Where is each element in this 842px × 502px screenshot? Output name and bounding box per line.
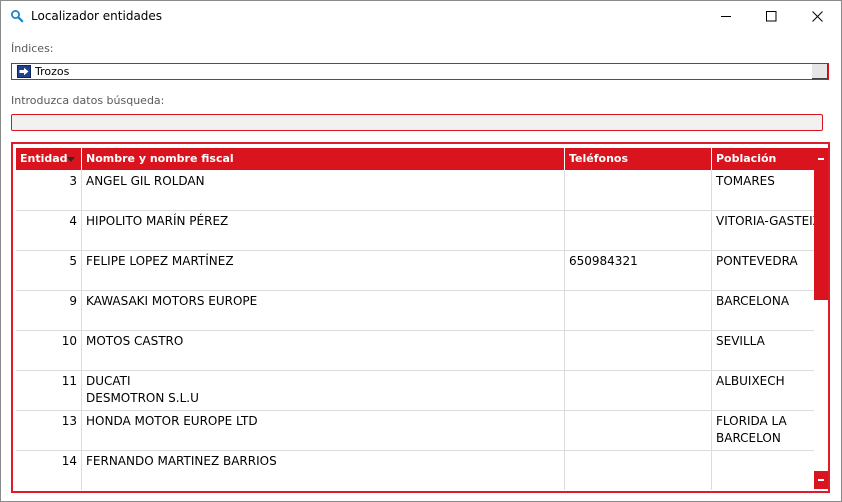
scroll-down-icon — [818, 479, 824, 481]
search-label: Introduzca datos búsqueda: — [11, 94, 165, 107]
cell-telefonos: 650984321 — [565, 250, 712, 290]
cell-telefonos — [565, 290, 712, 330]
arrow-right-icon — [17, 65, 31, 78]
cell-telefonos — [565, 410, 712, 450]
grid-body: 3 ANGEL GIL ROLDAN TOMARES 4 HIPOLITO MA… — [16, 170, 814, 490]
cell-poblacion-line: BARCELON — [716, 431, 781, 445]
cell-poblacion: TOMARES — [712, 170, 814, 210]
cell-entidad: 13 — [16, 410, 82, 450]
cell-nombre: FERNANDO MARTINEZ BARRIOS — [82, 450, 565, 490]
cell-nombre: MOTOS CASTRO — [82, 330, 565, 370]
minimize-button[interactable] — [704, 1, 750, 32]
indices-select[interactable]: Trozos — [11, 63, 829, 80]
cell-poblacion-line: FLORIDA LA — [716, 414, 787, 428]
table-row[interactable]: 10 MOTOS CASTRO SEVILLA — [16, 330, 814, 371]
close-button[interactable] — [795, 1, 841, 32]
title-bar[interactable]: Localizador entidades — [1, 1, 841, 32]
cell-telefonos — [565, 450, 712, 490]
cell-telefonos — [565, 210, 712, 250]
table-row[interactable]: 4 HIPOLITO MARÍN PÉREZ VITORIA-GASTEIZ — [16, 210, 814, 251]
cell-nombre-line: FERNANDO MARTINEZ BARRIOS — [86, 454, 277, 468]
table-row[interactable]: 14 FERNANDO MARTINEZ BARRIOS — [16, 450, 814, 490]
cell-poblacion: ALBUIXECH — [712, 370, 814, 410]
cell-entidad: 10 — [16, 330, 82, 370]
minimize-icon — [721, 16, 731, 17]
cell-poblacion-line: VITORIA-GASTEIZ — [716, 214, 814, 228]
table-row[interactable]: 9 KAWASAKI MOTORS EUROPE BARCELONA — [16, 290, 814, 331]
cell-poblacion: VITORIA-GASTEIZ — [712, 210, 814, 250]
close-icon — [812, 11, 823, 22]
indices-label: Índices: — [11, 42, 54, 55]
column-header-nombre[interactable]: Nombre y nombre fiscal — [82, 148, 565, 170]
scroll-up-icon — [818, 158, 824, 160]
cell-telefonos — [565, 370, 712, 410]
cell-poblacion: SEVILLA — [712, 330, 814, 370]
search-input[interactable] — [11, 114, 823, 131]
column-header-label: Teléfonos — [569, 152, 629, 165]
cell-poblacion: BARCELONA — [712, 290, 814, 330]
cell-poblacion-line: PONTEVEDRA — [716, 254, 798, 268]
scroll-down-button[interactable] — [814, 471, 828, 489]
cell-poblacion: PONTEVEDRA — [712, 250, 814, 290]
cell-nombre-line: HIPOLITO MARÍN PÉREZ — [86, 214, 229, 228]
maximize-icon — [766, 11, 777, 22]
cell-poblacion-line: ALBUIXECH — [716, 374, 785, 388]
window-title: Localizador entidades — [31, 9, 163, 23]
cell-nombre: KAWASAKI MOTORS EUROPE — [82, 290, 565, 330]
indices-dropdown-button[interactable] — [811, 64, 828, 79]
column-header-poblacion[interactable]: Población — [712, 148, 814, 170]
cell-nombre-line: MOTOS CASTRO — [86, 334, 184, 348]
cell-nombre-line: ANGEL GIL ROLDAN — [86, 174, 205, 188]
table-row[interactable]: 5 FELIPE LOPEZ MARTÍNEZ 650984321 PONTEV… — [16, 250, 814, 291]
scroll-thumb[interactable] — [814, 170, 828, 300]
cell-nombre-line: DUCATI — [86, 374, 131, 388]
cell-telefonos — [565, 330, 712, 370]
cell-nombre-line: FELIPE LOPEZ MARTÍNEZ — [86, 254, 234, 268]
cell-nombre: FELIPE LOPEZ MARTÍNEZ — [82, 250, 565, 290]
sort-desc-icon — [67, 157, 75, 162]
cell-nombre: DUCATI DESMOTRON S.L.U — [82, 370, 565, 410]
table-row[interactable]: 11 DUCATI DESMOTRON S.L.U ALBUIXECH — [16, 370, 814, 411]
cell-nombre: HONDA MOTOR EUROPE LTD — [82, 410, 565, 450]
window: Localizador entidades Índices: Trozos In… — [0, 0, 842, 502]
cell-poblacion-line: TOMARES — [716, 174, 775, 188]
cell-nombre-line: KAWASAKI MOTORS EUROPE — [86, 294, 258, 308]
column-header-telefonos[interactable]: Teléfonos — [565, 148, 712, 170]
table-row[interactable]: 13 HONDA MOTOR EUROPE LTD FLORIDA LA BARC… — [16, 410, 814, 451]
cell-entidad: 4 — [16, 210, 82, 250]
column-header-entidad[interactable]: Entidad — [16, 148, 82, 170]
cell-entidad: 14 — [16, 450, 82, 490]
cell-entidad: 5 — [16, 250, 82, 290]
cell-nombre-line: DESMOTRON S.L.U — [86, 391, 199, 405]
scroll-up-button[interactable] — [814, 148, 828, 170]
cell-nombre: HIPOLITO MARÍN PÉREZ — [82, 210, 565, 250]
cell-nombre: ANGEL GIL ROLDAN — [82, 170, 565, 210]
vertical-scrollbar[interactable] — [814, 148, 828, 489]
cell-entidad: 11 — [16, 370, 82, 410]
cell-nombre-line: HONDA MOTOR EUROPE LTD — [86, 414, 258, 428]
cell-poblacion: FLORIDA LA BARCELON — [712, 410, 814, 450]
cell-entidad: 3 — [16, 170, 82, 210]
maximize-button[interactable] — [749, 1, 795, 32]
table-row[interactable]: 3 ANGEL GIL ROLDAN TOMARES — [16, 170, 814, 211]
cell-entidad: 9 — [16, 290, 82, 330]
indices-value: Trozos — [35, 65, 70, 78]
search-icon — [11, 10, 24, 23]
column-header-label: Nombre y nombre fiscal — [86, 152, 234, 165]
cell-poblacion-line: SEVILLA — [716, 334, 765, 348]
column-header-label: Entidad — [20, 152, 68, 165]
grid-header: Entidad Nombre y nombre fiscal Teléfonos… — [16, 148, 814, 170]
cell-poblacion — [712, 450, 814, 490]
column-header-label: Población — [716, 152, 777, 165]
cell-telefonos — [565, 170, 712, 210]
cell-poblacion-line: BARCELONA — [716, 294, 790, 308]
results-grid: Entidad Nombre y nombre fiscal Teléfonos… — [11, 142, 830, 493]
